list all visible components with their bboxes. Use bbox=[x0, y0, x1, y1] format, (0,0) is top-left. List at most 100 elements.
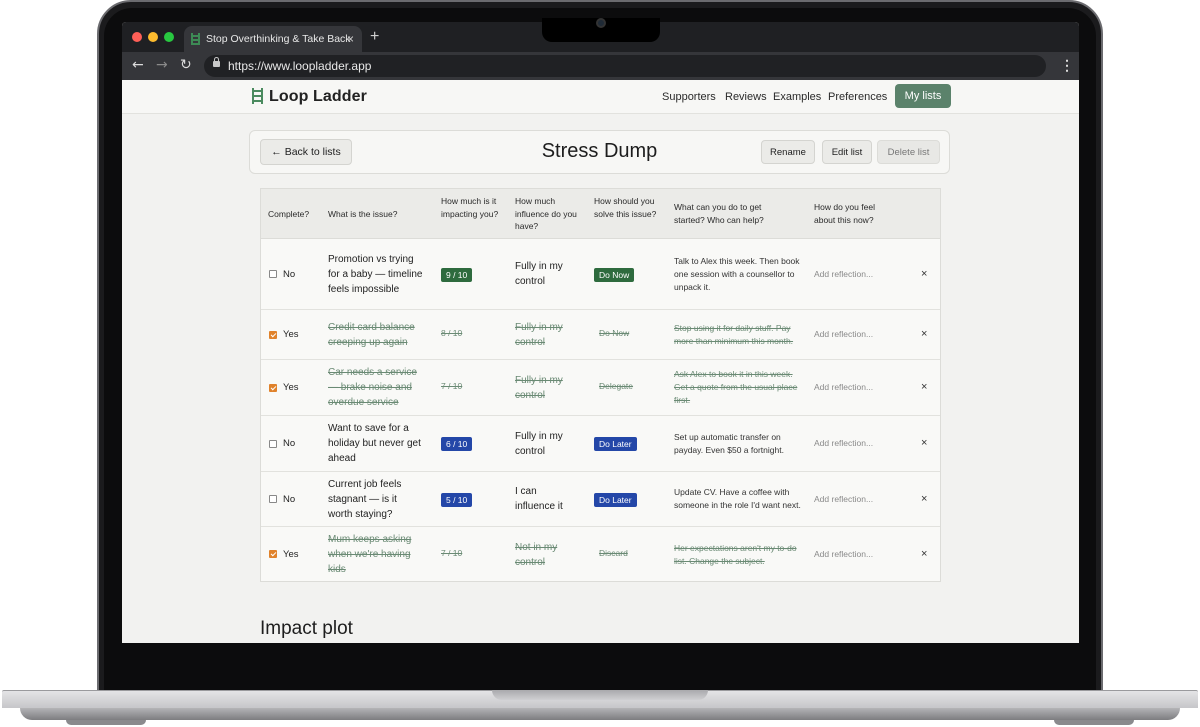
delete-row-icon[interactable]: × bbox=[921, 328, 927, 340]
complete-checkbox[interactable] bbox=[269, 495, 277, 503]
tab-close-icon[interactable]: × bbox=[347, 32, 354, 46]
influence-text: Fully in my control bbox=[515, 374, 563, 401]
influence-text: Not in my control bbox=[515, 541, 558, 568]
table-row: Yes Car needs a service — brake noise and… bbox=[261, 360, 940, 416]
complete-label: Yes bbox=[283, 329, 299, 340]
camera-icon bbox=[596, 18, 606, 28]
browser-menu-icon[interactable]: ⋮ bbox=[1060, 57, 1074, 74]
delete-row-icon[interactable]: × bbox=[921, 437, 927, 449]
tab-title: Stop Overthinking & Take Back bbox=[206, 33, 351, 45]
complete-label: No bbox=[283, 493, 296, 505]
solve-badge: Discard bbox=[599, 547, 628, 558]
complete-checkbox[interactable] bbox=[269, 270, 277, 278]
address-bar[interactable]: https://www.loopladder.app bbox=[204, 55, 1046, 77]
table-row: No Want to save for a holiday but never g… bbox=[261, 416, 940, 472]
complete-checkbox[interactable] bbox=[269, 383, 277, 392]
header-issue: What is the issue? bbox=[328, 209, 398, 219]
nav-examples[interactable]: Examples bbox=[773, 91, 821, 103]
table-row: No Promotion vs trying for a baby — timel… bbox=[261, 239, 940, 310]
reload-icon[interactable]: ↻ bbox=[180, 57, 192, 73]
base-bottom bbox=[20, 708, 1180, 720]
reflection-input[interactable]: Add reflection... bbox=[814, 329, 873, 339]
ladder-favicon-icon bbox=[191, 33, 200, 45]
screen: Stop Overthinking & Take Back × + ← → ↻ … bbox=[122, 22, 1079, 643]
issue-text: Mum keeps asking when we're having kids bbox=[328, 534, 412, 575]
url-text: https://www.loopladder.app bbox=[228, 59, 372, 73]
zoom-window-icon[interactable] bbox=[164, 32, 174, 42]
complete-checkbox[interactable] bbox=[269, 550, 277, 558]
brand-name: Loop Ladder bbox=[269, 88, 367, 105]
issue-text: Car needs a service — brake noise and ov… bbox=[328, 367, 417, 408]
header-complete: Complete? bbox=[268, 209, 310, 219]
brand-logo[interactable]: Loop Ladder bbox=[252, 88, 367, 106]
close-window-icon[interactable] bbox=[132, 32, 142, 42]
nav-preferences[interactable]: Preferences bbox=[828, 91, 887, 103]
impact-badge: 8 / 10 bbox=[441, 328, 463, 338]
complete-toggle[interactable]: No bbox=[269, 438, 295, 449]
header-impact: How much is it impacting you? bbox=[441, 196, 499, 219]
influence-text: I can influence it bbox=[515, 486, 563, 512]
nav-supporters[interactable]: Supporters bbox=[662, 91, 716, 103]
complete-label: No bbox=[283, 268, 296, 280]
nav-reviews[interactable]: Reviews bbox=[725, 91, 767, 103]
complete-toggle[interactable]: Yes bbox=[269, 382, 299, 393]
laptop-base bbox=[0, 690, 1200, 727]
list-title-card: Stress Dump ← Back to lists Rename Edit … bbox=[249, 130, 950, 174]
rename-button[interactable]: Rename bbox=[761, 140, 815, 164]
new-tab-icon[interactable]: + bbox=[370, 28, 379, 46]
edit-list-button[interactable]: Edit list bbox=[822, 140, 872, 164]
delete-row-icon[interactable]: × bbox=[921, 268, 927, 280]
complete-checkbox[interactable] bbox=[269, 439, 277, 448]
complete-label: Yes bbox=[283, 548, 299, 560]
browser-toolbar: ← → ↻ https://www.loopladder.app ⋮ bbox=[122, 52, 1079, 80]
table-row: Yes Credit card balance creeping up again… bbox=[261, 310, 940, 360]
impact-badge: 9 / 10 bbox=[441, 267, 473, 282]
issue-text: Credit card balance creeping up again bbox=[328, 321, 415, 348]
header-feel: How do you feel about this now? bbox=[814, 202, 875, 225]
delete-row-icon[interactable]: × bbox=[921, 493, 927, 505]
complete-toggle[interactable]: No bbox=[269, 494, 295, 505]
solve-badge: Do Now bbox=[594, 267, 635, 282]
complete-label: Yes bbox=[283, 382, 299, 393]
issue-text: Want to save for a holiday but never get… bbox=[328, 423, 421, 464]
back-arrow-icon[interactable]: ← bbox=[132, 57, 144, 73]
start-text: Talk to Alex this week. Then book one se… bbox=[674, 255, 800, 292]
start-text: Set up automatic transfer on payday. Eve… bbox=[674, 431, 784, 455]
reflection-input[interactable]: Add reflection... bbox=[814, 269, 873, 279]
delete-row-icon[interactable]: × bbox=[921, 548, 927, 560]
influence-text: Fully in my control bbox=[515, 261, 563, 287]
complete-label: No bbox=[283, 438, 296, 449]
impact-badge: 5 / 10 bbox=[441, 492, 473, 507]
header-influence: How much influence do you have? bbox=[515, 196, 577, 231]
lock-icon bbox=[213, 57, 220, 67]
reflection-input[interactable]: Add reflection... bbox=[814, 494, 873, 504]
start-text: Stop using it for daily stuff. Pay more … bbox=[674, 322, 794, 346]
delete-row-icon[interactable]: × bbox=[921, 381, 927, 393]
my-lists-button[interactable]: My lists bbox=[895, 84, 951, 108]
complete-checkbox[interactable] bbox=[269, 330, 277, 339]
header-start: What can you do to get started? Who can … bbox=[674, 202, 764, 225]
table-header: Complete? What is the issue? How much is… bbox=[261, 189, 940, 239]
forward-arrow-icon[interactable]: → bbox=[156, 57, 168, 73]
site-header: Loop Ladder Supporters Reviews Examples … bbox=[122, 80, 1079, 114]
delete-list-button[interactable]: Delete list bbox=[877, 140, 940, 164]
reflection-input[interactable]: Add reflection... bbox=[814, 438, 873, 448]
impact-badge: 6 / 10 bbox=[441, 437, 473, 451]
start-text: Ask Alex to book it in this week. Get a … bbox=[674, 369, 798, 405]
reflection-input[interactable]: Add reflection... bbox=[814, 382, 873, 392]
minimize-window-icon[interactable] bbox=[148, 32, 158, 42]
complete-toggle[interactable]: Yes bbox=[269, 549, 299, 560]
base-notch bbox=[492, 690, 708, 700]
complete-toggle[interactable]: No bbox=[269, 269, 295, 280]
solve-badge: Do Later bbox=[594, 492, 637, 507]
solve-badge: Do Now bbox=[599, 328, 630, 338]
issue-text: Promotion vs trying for a baby — timelin… bbox=[328, 253, 423, 295]
complete-toggle[interactable]: Yes bbox=[269, 329, 299, 340]
back-to-lists-button[interactable]: ← Back to lists bbox=[260, 139, 352, 165]
impact-plot-title: Impact plot bbox=[260, 618, 353, 639]
impact-badge: 7 / 10 bbox=[441, 381, 463, 391]
influence-text: Fully in my control bbox=[515, 430, 563, 457]
table-row: No Current job feels stagnant — is it wor… bbox=[261, 472, 940, 527]
reflection-input[interactable]: Add reflection... bbox=[814, 549, 873, 559]
browser-tab[interactable]: Stop Overthinking & Take Back × bbox=[184, 26, 362, 52]
